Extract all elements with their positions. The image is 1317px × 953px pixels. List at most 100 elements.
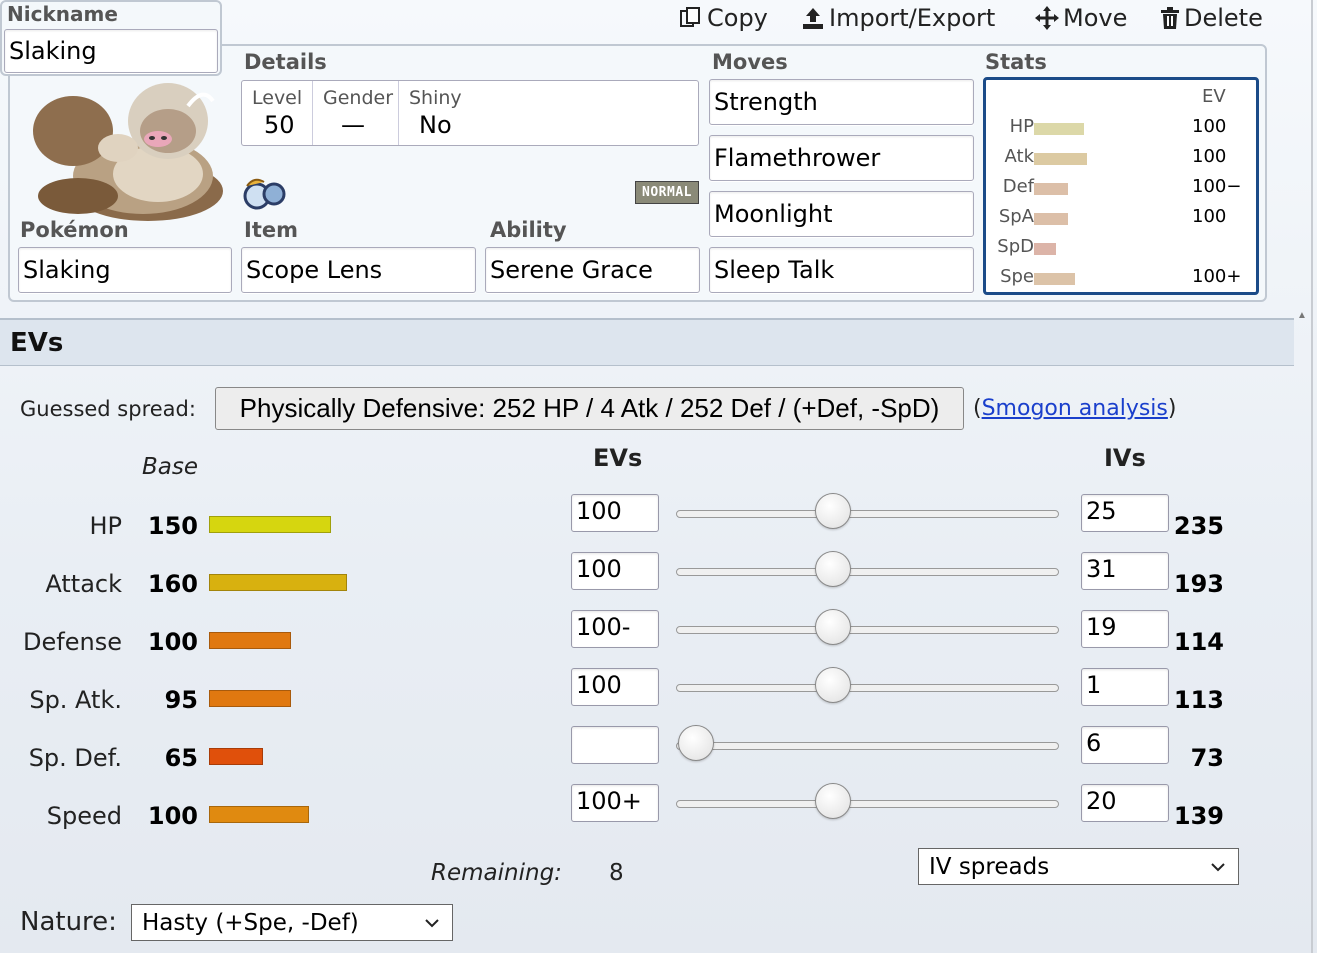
ev-slider-thumb[interactable] [815, 667, 851, 703]
nature-value: Hasty (+Spe, -Def) [142, 909, 359, 936]
base-column-header: Base [142, 454, 199, 480]
scrollbar-track[interactable] [1311, 0, 1313, 953]
stats-row-atk: Atk 100 [986, 146, 1256, 170]
stats-row-name: SpD [997, 236, 1034, 257]
gender-label: Gender [323, 87, 394, 109]
gender-column: Gender — [313, 81, 399, 145]
smogon-analysis-link[interactable]: Smogon analysis [982, 396, 1168, 421]
ev-slider-thumb[interactable] [815, 493, 851, 529]
nickname-box: Nickname Slaking [0, 0, 222, 76]
scroll-up-arrow-icon[interactable]: ▲ [1297, 310, 1307, 321]
paren-open: ( [973, 396, 982, 421]
stat-total: 113 [1173, 686, 1224, 714]
stat-base: 100 [147, 802, 198, 830]
stats-row-ev: 100 [1192, 116, 1227, 137]
iv-input-sp-atk[interactable]: 1 [1081, 668, 1169, 706]
stats-row-bar [1034, 123, 1084, 135]
remaining-label: Remaining: [431, 860, 562, 886]
stats-row-ev: 100− [1192, 176, 1242, 197]
copy-icon [680, 7, 700, 27]
ev-slider-speed[interactable] [676, 800, 1059, 808]
import-export-label: Import/Export [829, 4, 996, 32]
move-button[interactable]: Move [1034, 4, 1127, 32]
nature-select[interactable]: Hasty (+Spe, -Def) [131, 904, 453, 941]
delete-button[interactable]: Delete [1159, 4, 1263, 32]
stat-base: 160 [147, 570, 198, 598]
level-value: 50 [264, 111, 295, 139]
stats-row-bar [1034, 243, 1056, 255]
pokemon-label: Pokémon [20, 218, 129, 242]
stats-row-spe: Spe 100+ [986, 266, 1256, 290]
iv-input-speed[interactable]: 20 [1081, 784, 1169, 822]
ev-slider-defense[interactable] [676, 626, 1059, 634]
ev-slider-attack[interactable] [676, 568, 1059, 576]
ev-slider-sp-atk[interactable] [676, 684, 1059, 692]
smogon-link-wrapper: (Smogon analysis) [973, 396, 1176, 421]
shiny-value: No [419, 111, 452, 139]
stats-summary-button[interactable]: EV HP 100 Atk 100 Def 100− SpA 100 SpD S… [983, 77, 1259, 295]
stat-base: 150 [147, 512, 198, 540]
pokemon-input[interactable]: Slaking [18, 247, 232, 293]
stat-name: Speed [46, 802, 122, 830]
stats-row-ev: 100+ [1192, 266, 1242, 287]
iv-input-sp-def[interactable]: 6 [1081, 726, 1169, 764]
ev-input-sp-def[interactable] [571, 726, 659, 764]
trash-icon [1161, 7, 1179, 29]
import-export-button[interactable]: Import/Export [800, 4, 995, 32]
stats-row-bar [1034, 183, 1068, 195]
stat-name: Attack [45, 570, 122, 598]
stat-base-bar [209, 516, 331, 533]
stat-base-bar [209, 748, 263, 765]
stats-row-bar [1034, 213, 1068, 225]
copy-label: Copy [707, 4, 768, 32]
iv-input-defense[interactable]: 19 [1081, 610, 1169, 648]
ev-slider-thumb[interactable] [815, 783, 851, 819]
ev-slider-thumb[interactable] [815, 551, 851, 587]
details-box[interactable]: Level 50 Gender — Shiny No [241, 80, 699, 146]
item-input[interactable]: Scope Lens [241, 247, 476, 293]
gender-value: — [341, 111, 365, 139]
item-label: Item [244, 218, 298, 242]
stats-row-hp: HP 100 [986, 116, 1256, 140]
level-column: Level 50 [242, 81, 313, 145]
move-2-input[interactable]: Flamethrower [709, 135, 974, 181]
ability-input[interactable]: Serene Grace [485, 247, 700, 293]
pokemon-sprite [33, 83, 223, 221]
copy-button[interactable]: Copy [678, 4, 768, 32]
ev-slider-sp-def[interactable] [676, 742, 1059, 750]
stat-base: 95 [164, 686, 198, 714]
stats-ev-header: EV [1202, 86, 1226, 107]
ev-input-attack[interactable]: 100 [571, 552, 659, 590]
stat-name: Defense [23, 628, 122, 656]
stats-row-ev: 100 [1192, 206, 1227, 227]
evs-column-header: EVs [593, 444, 643, 472]
stat-base-bar [209, 806, 309, 823]
stat-name: Sp. Def. [28, 744, 122, 772]
stats-row-bar [1034, 273, 1075, 285]
ev-slider-thumb[interactable] [815, 609, 851, 645]
stats-row-name: SpA [998, 206, 1034, 227]
iv-input-attack[interactable]: 31 [1081, 552, 1169, 590]
move-1-input[interactable]: Strength [709, 79, 974, 125]
iv-input-hp[interactable]: 25 [1081, 494, 1169, 532]
nature-label: Nature: [20, 907, 117, 937]
move-arrows-icon [1035, 6, 1059, 30]
ev-slider-thumb[interactable] [678, 725, 714, 761]
shiny-label: Shiny [409, 87, 462, 109]
ev-input-speed[interactable]: 100+ [571, 784, 659, 822]
ev-input-defense[interactable]: 100- [571, 610, 659, 648]
iv-spreads-value: IV spreads [929, 853, 1050, 880]
ev-slider-hp[interactable] [676, 510, 1059, 518]
iv-spreads-select[interactable]: IV spreads [918, 848, 1239, 885]
stat-name: HP [89, 512, 122, 540]
move-3-input[interactable]: Moonlight [709, 191, 974, 237]
level-label: Level [252, 87, 303, 109]
guessed-spread-button[interactable]: Physically Defensive: 252 HP / 4 Atk / 2… [215, 387, 964, 430]
ev-input-hp[interactable]: 100 [571, 494, 659, 532]
stat-total: 235 [1173, 512, 1224, 540]
ev-input-sp-atk[interactable]: 100 [571, 668, 659, 706]
nickname-input[interactable]: Slaking [4, 29, 218, 73]
ability-label: Ability [490, 218, 567, 242]
move-4-input[interactable]: Sleep Talk [709, 247, 974, 293]
stat-total: 193 [1173, 570, 1224, 598]
